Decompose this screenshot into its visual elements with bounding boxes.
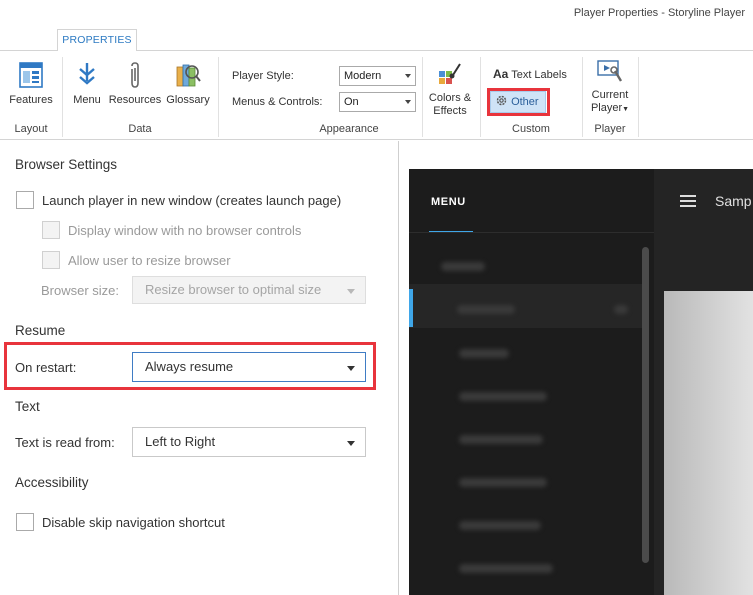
preview-blurred-item <box>457 305 515 314</box>
allow-resize-label: Allow user to resize browser <box>68 253 231 268</box>
current-player-label-1: Current <box>591 89 629 101</box>
current-player-button[interactable]: Current Player▼ <box>585 57 635 116</box>
preview-blurred-item <box>459 521 541 530</box>
preview-header-text: Samp <box>715 193 752 209</box>
colors-effects-label-1: Colors & <box>428 92 472 104</box>
menu-button[interactable]: Menu <box>68 61 106 107</box>
player-style-dropdown[interactable]: Modern <box>339 66 416 86</box>
chevron-down-icon: ▼ <box>622 106 630 113</box>
display-no-controls-checkbox[interactable] <box>42 221 60 239</box>
glossary-button[interactable]: Glossary <box>164 61 212 107</box>
group-separator <box>638 57 639 137</box>
disable-skip-nav-label: Disable skip navigation shortcut <box>42 515 225 530</box>
read-from-value: Left to Right <box>145 434 216 449</box>
preview-blurred-item <box>614 305 628 314</box>
group-label-layout: Layout <box>14 123 48 135</box>
resume-heading: Resume <box>15 323 66 338</box>
player-style-label: Player Style: <box>232 70 294 82</box>
player-style-value: Modern <box>344 70 382 82</box>
menu-icon <box>79 63 95 85</box>
preview-main-area: Samp <box>654 169 753 595</box>
chevron-down-icon <box>347 441 355 446</box>
browser-size-value: Resize browser to optimal size <box>145 282 322 297</box>
panel-divider <box>398 141 399 595</box>
preview-blurred-item <box>459 564 553 573</box>
preview-blurred-item <box>441 262 485 271</box>
glossary-icon <box>176 64 201 87</box>
accessibility-heading: Accessibility <box>15 475 89 490</box>
resources-label: Resources <box>108 94 162 106</box>
title-bar: Player Properties - Storyline Player <box>0 0 753 28</box>
chevron-down-icon <box>347 366 355 371</box>
hamburger-icon <box>680 195 696 210</box>
on-restart-label: On restart: <box>15 360 77 375</box>
on-restart-value: Always resume <box>145 359 234 374</box>
chevron-down-icon <box>347 289 355 294</box>
text-heading: Text <box>15 399 40 414</box>
menus-controls-label: Menus & Controls: <box>232 96 323 108</box>
launch-new-window-label: Launch player in new window (creates lau… <box>42 193 342 208</box>
resources-button[interactable]: Resources <box>107 61 163 107</box>
colors-effects-label-2: Effects <box>433 105 467 117</box>
read-from-label: Text is read from: <box>15 435 115 450</box>
player-settings-icon <box>597 60 623 82</box>
window-title: Player Properties - Storyline Player <box>573 7 745 19</box>
preview-selected-row <box>409 284 644 328</box>
browser-size-dropdown[interactable]: Resize browser to optimal size <box>132 276 366 304</box>
text-labels-button[interactable]: Aa Text Labels <box>493 68 571 82</box>
features-label: Features <box>9 94 53 106</box>
chevron-down-icon <box>405 100 411 104</box>
preview-blurred-item <box>459 478 547 487</box>
display-no-controls-label: Display window with no browser controls <box>68 223 302 238</box>
on-restart-dropdown[interactable]: Always resume <box>132 352 366 382</box>
group-label-appearance: Appearance <box>319 123 379 135</box>
preview-menu-panel: MENU <box>409 169 654 595</box>
preview-slide <box>664 291 753 595</box>
text-labels-label: Text Labels <box>511 69 567 81</box>
preview-selected-accent <box>409 289 413 327</box>
disable-skip-nav-checkbox[interactable] <box>16 513 34 531</box>
browser-settings-heading: Browser Settings <box>15 157 118 172</box>
preview-scrollbar <box>642 247 649 563</box>
preview-blurred-item <box>459 392 547 401</box>
glossary-label: Glossary <box>166 94 210 106</box>
menus-controls-value: On <box>344 96 359 108</box>
menus-controls-dropdown[interactable]: On <box>339 92 416 112</box>
group-label-custom: Custom <box>512 123 550 135</box>
features-icon <box>19 62 43 88</box>
paperclip-icon <box>131 62 139 88</box>
preview-menu-separator <box>409 232 654 233</box>
chevron-down-icon <box>405 74 411 78</box>
read-from-dropdown[interactable]: Left to Right <box>132 427 366 457</box>
settings-panel: Browser Settings Launch player in new wi… <box>0 141 398 595</box>
tab-properties[interactable]: PROPERTIES <box>57 29 137 51</box>
preview-blurred-item <box>459 349 509 358</box>
other-highlight <box>487 88 550 116</box>
current-player-label-2: Player <box>590 102 623 114</box>
text-labels-aa: Aa <box>493 67 509 81</box>
launch-new-window-checkbox[interactable] <box>16 191 34 209</box>
colors-effects-button[interactable]: Colors & Effects <box>423 61 477 118</box>
features-button[interactable]: Features <box>6 61 56 107</box>
allow-resize-checkbox[interactable] <box>42 251 60 269</box>
preview-menu-title: MENU <box>431 196 466 208</box>
ribbon: Features Layout Menu Resources Glossary … <box>0 50 753 140</box>
group-label-player: Player <box>594 123 626 135</box>
preview-blurred-item <box>459 435 543 444</box>
player-preview: MENU Samp <box>409 169 753 595</box>
menu-label: Menu <box>73 94 101 106</box>
browser-size-label: Browser size: <box>41 283 120 298</box>
group-label-data: Data <box>128 123 152 135</box>
paint-palette-icon <box>439 63 461 84</box>
